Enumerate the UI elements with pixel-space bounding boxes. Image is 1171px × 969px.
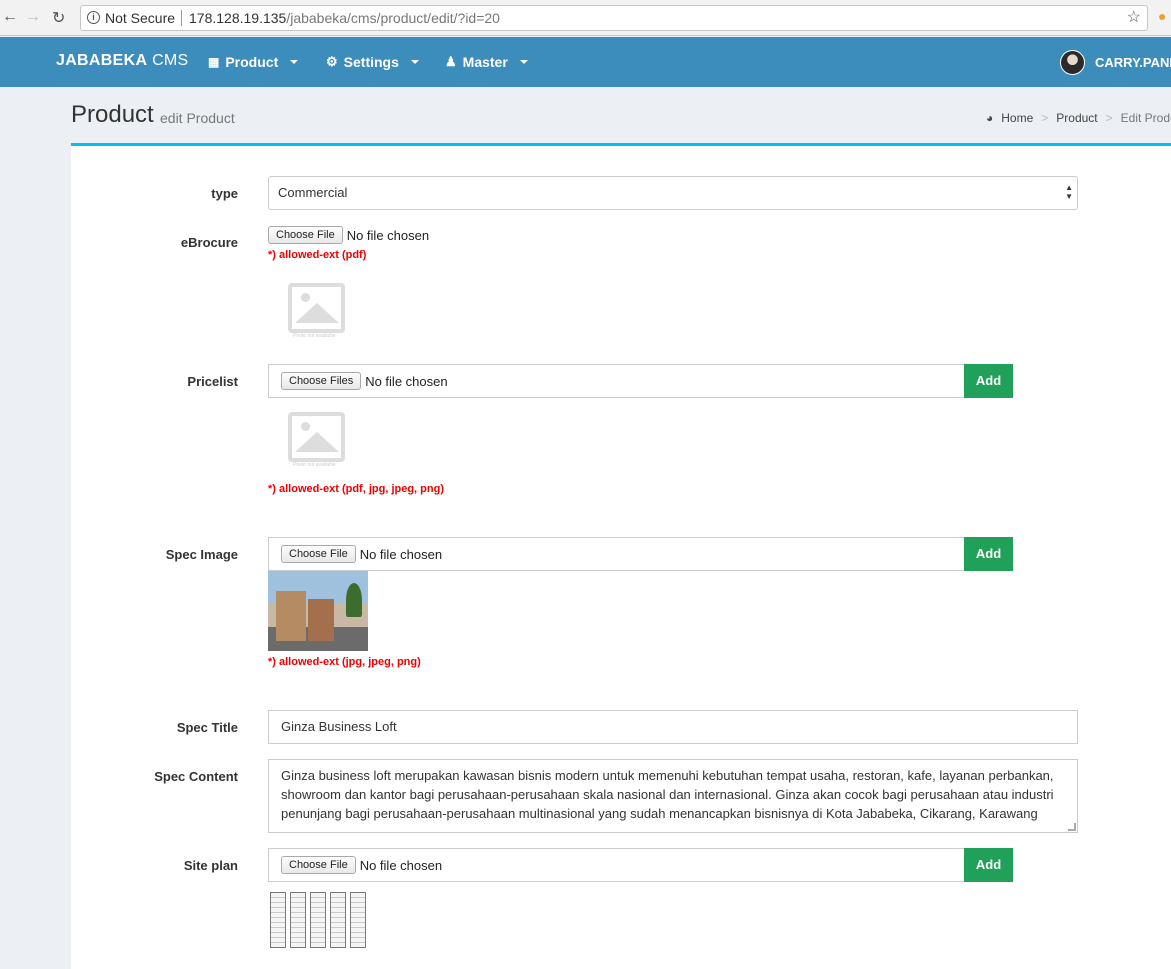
avatar	[1060, 50, 1085, 75]
spec-content-textarea[interactable]: Ginza business loft merupakan kawasan bi…	[268, 759, 1078, 833]
breadcrumb-home[interactable]: Home	[1001, 111, 1033, 125]
menu-settings[interactable]: ⚙ Settings	[326, 54, 419, 70]
caret-down-icon	[410, 60, 419, 64]
ebrocure-file-input[interactable]: Choose File No file chosen	[268, 226, 429, 244]
forward-arrow-icon[interactable]: →	[25, 8, 41, 26]
menu-master-label: Master	[462, 54, 508, 70]
site-plan-choose-button[interactable]: Choose File	[281, 856, 356, 874]
grid-icon: ▦	[208, 55, 220, 69]
pricelist-label: Pricelist	[187, 374, 238, 389]
breadcrumb-separator: >	[1105, 111, 1113, 125]
breadcrumb-product[interactable]: Product	[1056, 111, 1097, 125]
site-plan-input-group: Choose File No file chosen Add	[268, 848, 1013, 882]
menu-product[interactable]: ▦ Product	[208, 54, 299, 70]
pricelist-placeholder-image: Photo not available	[287, 410, 347, 470]
brand-logo[interactable]: JABABEKA CMS	[56, 52, 189, 70]
browser-chrome: ← → ↻ i Not Secure 178.128.19.135/jababe…	[0, 0, 1171, 36]
brand-bold: JABABEKA	[56, 52, 148, 69]
spec-image-file-status: No file chosen	[359, 546, 443, 562]
spec-content-text: Ginza business loft merupakan kawasan bi…	[281, 768, 1054, 821]
site-plan-label: Site plan	[183, 858, 238, 873]
extension-icon[interactable]: ●	[1158, 8, 1166, 24]
url-text: 178.128.19.135/jababeka/cms/product/edit…	[189, 6, 500, 30]
users-icon: ♟	[445, 54, 457, 69]
pricelist-input-group: Choose Files No file chosen Add	[268, 364, 1013, 398]
spec-image-input-group: Choose File No file chosen Add	[268, 537, 1013, 571]
ebrocure-ext-note: *) allowed-ext (pdf)	[268, 249, 367, 261]
spec-image-choose-button[interactable]: Choose File	[281, 545, 356, 563]
type-label: type	[211, 186, 238, 201]
dashboard-icon: ◕	[986, 111, 994, 125]
breadcrumb-current: Edit Produ	[1120, 111, 1171, 125]
caret-down-icon	[519, 60, 528, 64]
caret-down-icon	[290, 60, 299, 64]
pricelist-ext-note: *) allowed-ext (pdf, jpg, jpeg, png)	[268, 483, 444, 495]
spec-image-add-button[interactable]: Add	[964, 537, 1013, 571]
page-title: Product	[71, 101, 154, 128]
reload-icon[interactable]: ↻	[52, 8, 65, 28]
select-arrows-icon: ▲ ▼	[1065, 183, 1073, 201]
site-plan-thumbnail[interactable]	[270, 892, 366, 950]
brand-rest: CMS	[152, 52, 189, 69]
breadcrumb-separator: >	[1041, 111, 1049, 125]
security-label: Not Secure	[105, 10, 176, 26]
pricelist-add-button[interactable]: Add	[964, 364, 1013, 398]
back-arrow-icon[interactable]: ←	[2, 8, 18, 26]
site-plan-file-input[interactable]: Choose File No file chosen	[281, 856, 442, 874]
ebrocure-placeholder-image: Photo not available	[287, 281, 347, 341]
user-menu[interactable]: CARRY.PANDI	[1060, 50, 1171, 75]
pricelist-choose-button[interactable]: Choose Files	[281, 372, 362, 390]
site-plan-file-status: No file chosen	[359, 857, 443, 873]
spec-image-ext-note: *) allowed-ext (jpg, jpeg, png)	[268, 656, 421, 668]
pricelist-file-status: No file chosen	[365, 373, 448, 389]
address-bar[interactable]: i Not Secure 178.128.19.135/jababeka/cms…	[80, 5, 1148, 31]
breadcrumb: ◕ Home > Product > Edit Produ	[986, 111, 1171, 125]
type-select-value: Commercial	[278, 185, 348, 200]
user-name: CARRY.PANDI	[1095, 55, 1171, 70]
address-divider	[181, 10, 182, 26]
page-subtitle: edit Product	[160, 110, 235, 126]
spec-content-label: Spec Content	[154, 769, 238, 784]
url-host: 178.128.19.135	[189, 10, 287, 26]
spec-title-label: Spec Title	[176, 720, 238, 735]
spec-image-file-input[interactable]: Choose File No file chosen	[281, 545, 442, 563]
url-path: /jababeka/cms/product/edit/?id=20	[286, 10, 500, 26]
app-header: JABABEKA CMS ▦ Product ⚙ Settings ♟ Mast…	[0, 37, 1171, 87]
ebrocure-choose-button[interactable]: Choose File	[268, 226, 343, 244]
menu-settings-label: Settings	[343, 54, 399, 70]
menu-product-label: Product	[225, 54, 279, 70]
cogs-icon: ⚙	[326, 54, 338, 69]
resize-handle-icon[interactable]	[1068, 823, 1076, 831]
spec-image-thumbnail[interactable]	[268, 571, 368, 651]
info-icon[interactable]: i	[87, 11, 100, 24]
pricelist-file-input[interactable]: Choose Files No file chosen	[281, 372, 448, 390]
menu-master[interactable]: ♟ Master	[445, 54, 528, 70]
type-select[interactable]: Commercial ▲ ▼	[268, 176, 1078, 210]
placeholder-caption: Photo not available	[293, 333, 336, 339]
ebrocure-file-status: No file chosen	[346, 227, 430, 243]
ebrocure-label: eBrocure	[180, 235, 238, 250]
placeholder-caption: Photo not available	[293, 462, 336, 468]
site-plan-add-button[interactable]: Add	[964, 848, 1013, 882]
spec-title-input[interactable]: Ginza Business Loft	[268, 710, 1078, 744]
star-icon[interactable]: ☆	[1127, 6, 1141, 30]
spec-image-label: Spec Image	[165, 547, 238, 562]
